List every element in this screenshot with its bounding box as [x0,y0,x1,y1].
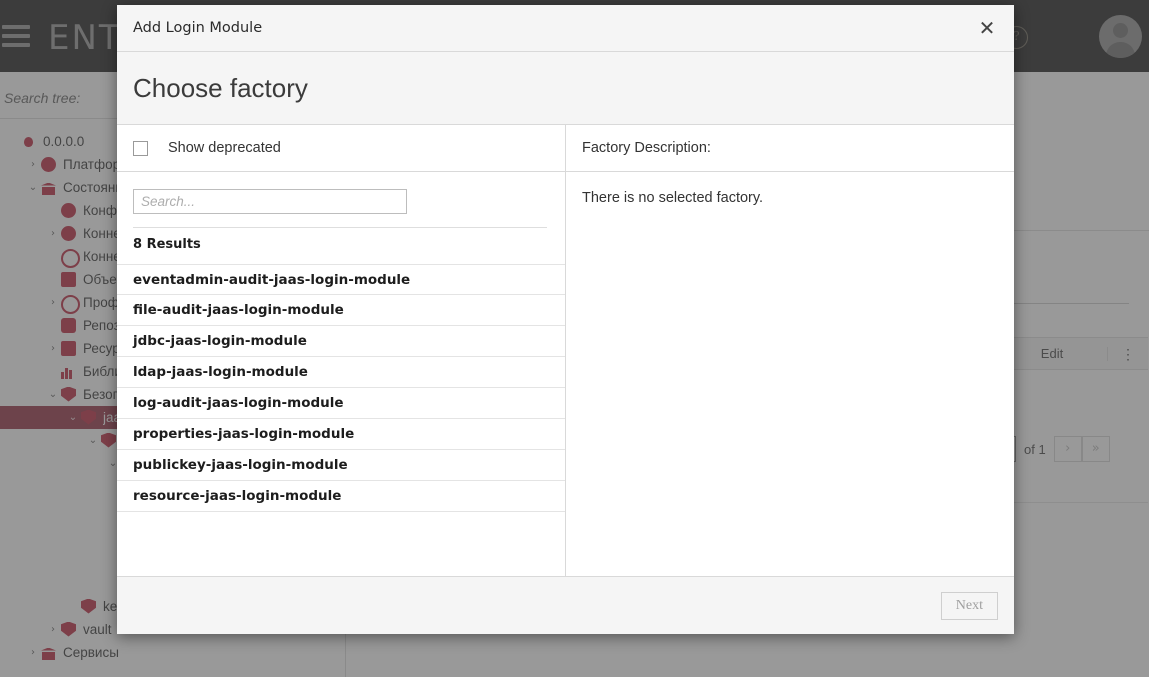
dialog-title: Add Login Module [133,20,262,36]
factory-selection-pane: Show deprecated 8 Results eventadmin-aud… [117,125,566,576]
close-icon[interactable]: ✕ [974,15,1000,41]
factory-list-item[interactable]: eventadmin-audit-jaas-login-module [117,264,565,295]
factory-description-header: Factory Description: [566,125,1014,172]
factory-description-body: There is no selected factory. [566,172,1014,576]
factory-list-item[interactable]: log-audit-jaas-login-module [117,388,565,419]
show-deprecated-label: Show deprecated [168,140,281,156]
factory-list-item[interactable]: resource-jaas-login-module [117,481,565,512]
search-underline [133,227,547,228]
factory-description-pane: Factory Description: There is no selecte… [566,125,1014,576]
dialog-heading: Choose factory [133,73,308,104]
screen-root: ENT ? Search tree: 0.0.0.0›Платформа⌄Сос… [0,0,1149,677]
factory-result-list[interactable]: eventadmin-audit-jaas-login-modulefile-a… [117,264,565,576]
factory-search-input[interactable] [133,189,407,214]
factory-description-title: Factory Description: [582,140,711,156]
dialog-footer: Next [117,576,1014,634]
dialog-body: Show deprecated 8 Results eventadmin-aud… [117,125,1014,576]
show-deprecated-row[interactable]: Show deprecated [117,125,565,172]
factory-list-item[interactable]: properties-jaas-login-module [117,419,565,450]
next-button[interactable]: Next [941,592,998,620]
add-login-module-dialog: Add Login Module ✕ Choose factory Show d… [117,5,1014,634]
dialog-titlebar: Add Login Module ✕ [117,5,1014,52]
factory-search-wrap [117,172,565,214]
factory-list-item[interactable]: ldap-jaas-login-module [117,357,565,388]
results-count-label: 8 Results [133,237,565,252]
factory-description-text: There is no selected factory. [582,190,1014,206]
factory-list-item[interactable]: file-audit-jaas-login-module [117,295,565,326]
dialog-subheader: Choose factory [117,52,1014,125]
factory-list-item[interactable]: jdbc-jaas-login-module [117,326,565,357]
factory-list-item[interactable]: publickey-jaas-login-module [117,450,565,481]
show-deprecated-checkbox[interactable] [133,141,148,156]
